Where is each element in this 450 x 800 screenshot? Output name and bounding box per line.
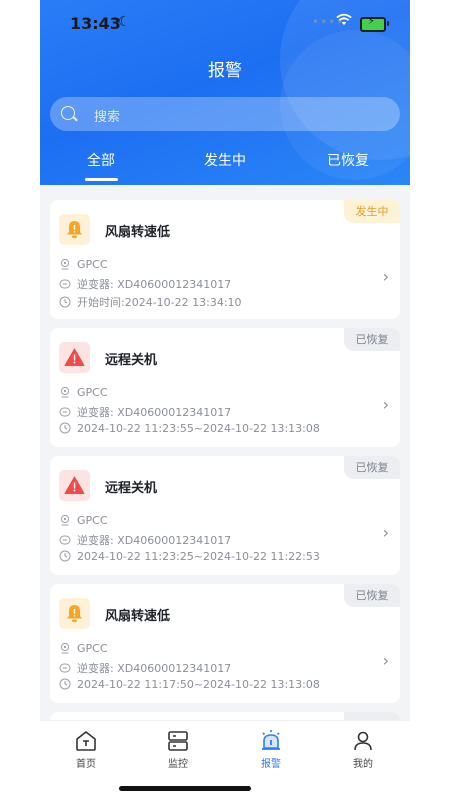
tab-recovered[interactable]: 已恢复 xyxy=(303,150,393,170)
site-name: GPCC xyxy=(77,642,108,655)
site-row: GPCC xyxy=(59,642,108,655)
inverter-sn: 逆变器: XD40600012341017 xyxy=(77,534,232,547)
site-name: GPCC xyxy=(77,258,108,271)
chevron-right-icon: › xyxy=(382,267,389,286)
alarm-title: 远程关机 xyxy=(105,353,158,368)
home-icon xyxy=(76,731,96,751)
tab-active[interactable]: 发生中 xyxy=(180,150,270,170)
inverter-sn: 逆变器: XD40600012341017 xyxy=(77,662,232,675)
alarm-time: 2024-10-22 11:17:50~2024-10-22 13:13:08 xyxy=(77,678,320,691)
location-icon xyxy=(60,258,70,270)
clock-icon xyxy=(59,550,71,562)
page-title: 报警 xyxy=(208,61,242,81)
alarm-time: 2024-10-22 11:23:25~2024-10-22 11:22:53 xyxy=(77,550,320,563)
nav-monitor[interactable]: 监控 xyxy=(148,729,208,770)
status-badge: 已恢复 xyxy=(344,328,400,351)
search-input[interactable]: 搜索 xyxy=(50,97,400,131)
inverter-row: 逆变器: XD40600012341017 xyxy=(59,532,231,548)
nav-home[interactable]: 首页 xyxy=(56,729,116,770)
tab-indicator xyxy=(85,178,118,181)
alarm-title: 远程关机 xyxy=(105,481,158,496)
inverter-icon xyxy=(59,279,71,289)
warning-icon xyxy=(59,470,90,501)
alarm-card[interactable]: 已恢复 风扇转速低 GPCC 逆变器: XD40600012341017 202… xyxy=(50,584,400,703)
search-placeholder: 搜索 xyxy=(94,110,121,125)
nav-alarm-label: 报警 xyxy=(261,759,281,770)
time-row: 开始时间:2024-10-22 13:34:10 xyxy=(59,294,242,310)
inverter-row: 逆变器: XD40600012341017 xyxy=(59,276,231,292)
alarm-title: 风扇转速低 xyxy=(105,609,171,624)
site-row: GPCC xyxy=(59,386,108,399)
status-badge: 发生中 xyxy=(344,200,400,223)
site-row: GPCC xyxy=(59,514,108,527)
nav-profile[interactable]: 我的 xyxy=(333,729,393,770)
nav-profile-label: 我的 xyxy=(353,759,373,770)
site-name: GPCC xyxy=(77,386,108,399)
alarm-title: 风扇转速低 xyxy=(105,225,171,240)
status-bar: 13:43 ☾ •••• ⚡ xyxy=(40,0,410,44)
location-icon xyxy=(60,386,70,398)
alarm-time: 2024-10-22 11:23:55~2024-10-22 13:13:08 xyxy=(77,422,320,435)
server-icon xyxy=(168,731,188,751)
moon-icon: ☾ xyxy=(118,14,131,30)
inverter-icon xyxy=(59,407,71,417)
inverter-icon xyxy=(59,535,71,545)
time-row: 2024-10-22 11:23:55~2024-10-22 13:13:08 xyxy=(59,422,320,435)
clock-icon xyxy=(59,422,71,434)
alarm-icon xyxy=(262,730,280,750)
time-row: 2024-10-22 11:23:25~2024-10-22 11:22:53 xyxy=(59,550,320,563)
inverter-row: 逆变器: XD40600012341017 xyxy=(59,660,231,676)
status-badge: 已恢复 xyxy=(344,584,400,607)
location-icon xyxy=(60,642,70,654)
site-name: GPCC xyxy=(77,514,108,527)
battery-icon: ⚡ xyxy=(360,16,389,32)
inverter-icon xyxy=(59,663,71,673)
person-icon xyxy=(354,731,372,751)
inverter-row: 逆变器: XD40600012341017 xyxy=(59,404,231,420)
inverter-sn: 逆变器: XD40600012341017 xyxy=(77,278,232,291)
time-row: 2024-10-22 11:17:50~2024-10-22 13:13:08 xyxy=(59,678,320,691)
alarm-card[interactable]: 已恢复 远程关机 GPCC 逆变器: XD40600012341017 2024… xyxy=(50,456,400,575)
chevron-right-icon: › xyxy=(382,651,389,670)
warning-icon xyxy=(59,342,90,373)
site-row: GPCC xyxy=(59,258,108,271)
nav-alarm[interactable]: 报警 xyxy=(241,729,301,770)
nav-monitor-label: 监控 xyxy=(168,759,188,770)
status-time: 13:43 xyxy=(70,14,121,33)
chevron-right-icon: › xyxy=(382,523,389,542)
wifi-icon xyxy=(336,12,352,31)
status-badge: 已恢复 xyxy=(344,456,400,479)
alarm-card[interactable]: 已恢复 远程关机 GPCC 逆变器: XD40600012341017 2024… xyxy=(50,328,400,447)
bell-icon xyxy=(59,598,90,629)
location-icon xyxy=(60,514,70,526)
clock-icon xyxy=(59,678,71,690)
home-indicator xyxy=(119,786,251,791)
inverter-sn: 逆变器: XD40600012341017 xyxy=(77,406,232,419)
clock-icon xyxy=(59,296,71,308)
filter-tabs: 全部 发生中 已恢复 xyxy=(40,150,410,185)
header: 13:43 ☾ •••• ⚡ 报警 搜索 全部 发生中 已恢复 xyxy=(40,0,410,185)
search-icon xyxy=(61,106,75,120)
bell-icon xyxy=(59,214,90,245)
alarm-time: 开始时间:2024-10-22 13:34:10 xyxy=(77,296,242,309)
nav-home-label: 首页 xyxy=(76,759,96,770)
phone-screen: 13:43 ☾ •••• ⚡ 报警 搜索 全部 发生中 已恢复 发生中 风扇转速… xyxy=(40,0,410,800)
alarm-card[interactable]: 发生中 风扇转速低 GPCC 逆变器: XD40600012341017 开始时… xyxy=(50,200,400,319)
tab-all[interactable]: 全部 xyxy=(56,150,146,170)
chevron-right-icon: › xyxy=(382,395,389,414)
